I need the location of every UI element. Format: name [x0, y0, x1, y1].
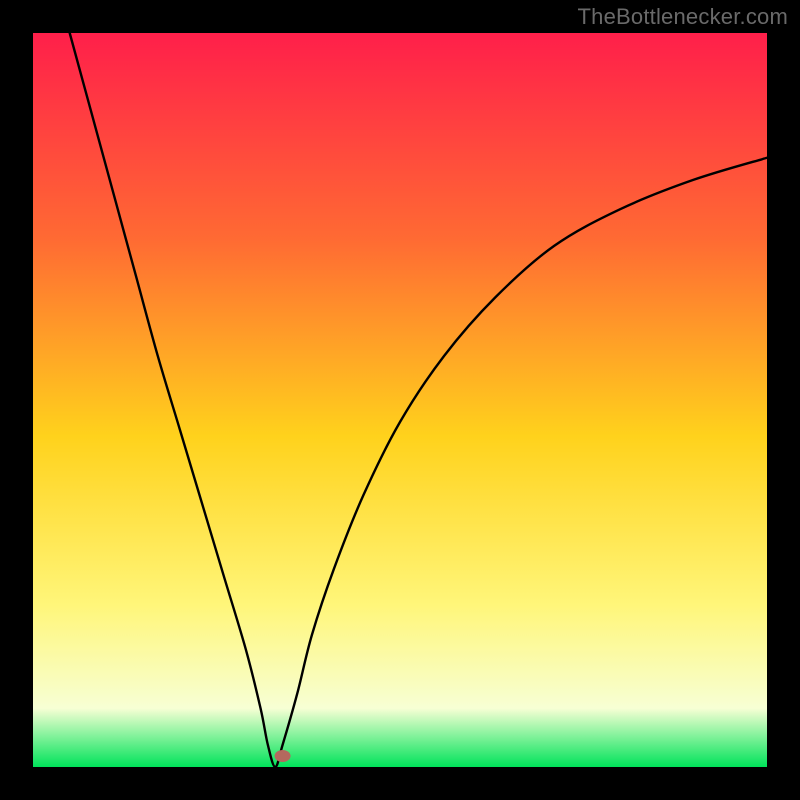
chart-frame [0, 0, 800, 800]
chart-svg [0, 0, 800, 800]
watermark-text: TheBottlenecker.com [578, 4, 788, 30]
minimum-marker [275, 750, 291, 762]
plot-area [33, 33, 767, 767]
